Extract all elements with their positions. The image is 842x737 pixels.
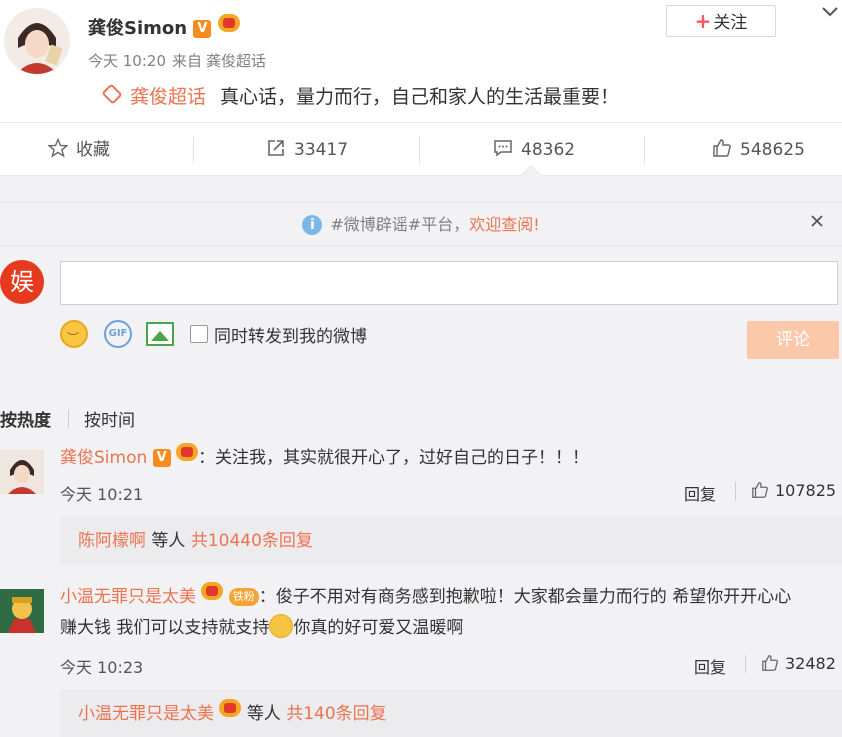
sub-reply-user[interactable]: 小温无罪只是太美 — [78, 704, 214, 724]
verified-icon: V — [193, 20, 212, 38]
crown-badge-icon — [176, 443, 199, 461]
repost-button[interactable]: 33417 — [266, 123, 348, 177]
favorite-button[interactable]: 收藏 — [48, 123, 110, 177]
like-count: 548625 — [740, 140, 805, 160]
comment-icon — [494, 140, 512, 157]
sub-replies-box[interactable]: 小温无罪只是太美 等人 共140条回复 — [60, 690, 842, 737]
post-time[interactable]: 今天 10:20 — [88, 52, 166, 70]
sync-repost-checkbox[interactable] — [190, 325, 208, 343]
crown-badge-icon — [217, 14, 240, 32]
sub-reply-mid: 等人 — [246, 704, 281, 724]
comment-body: 小温无罪只是太美 铁粉 ：俊子不用对有商务感到抱歉啦！大家都会量力而行的 希望你开… — [60, 582, 840, 644]
comment-like-button[interactable]: 107825 — [751, 481, 836, 500]
sub-reply-user[interactable]: 陈阿檬啊 — [78, 531, 146, 551]
favorite-label: 收藏 — [76, 140, 110, 160]
follow-button[interactable]: + 关注 — [666, 5, 776, 37]
commenter-name[interactable]: 龚俊Simon — [60, 448, 147, 468]
chevron-down-icon[interactable] — [819, 2, 841, 24]
fan-badge: 铁粉 — [228, 588, 259, 606]
comment-like-count: 107825 — [775, 481, 837, 500]
sub-reply-count[interactable]: 共140条回复 — [286, 704, 386, 724]
my-avatar[interactable]: 娱 — [0, 260, 44, 304]
comment-like-button[interactable]: 32482 — [761, 654, 836, 673]
comment-text-end: 你真的好可爱又温暖啊 — [293, 618, 464, 638]
author-name[interactable]: 龚俊Simon V — [88, 14, 240, 40]
topic-link[interactable]: 龚俊超话 — [130, 86, 206, 108]
comment-time: 今天 10:21 — [60, 485, 144, 504]
sub-reply-count[interactable]: 共10440条回复 — [191, 531, 313, 551]
sort-by-hot[interactable]: 按热度 — [0, 406, 51, 431]
sync-repost-label[interactable]: 同时转发到我的微博 — [214, 322, 367, 347]
notice-text: #微博辟谣#平台， — [330, 215, 470, 234]
post-text: 真心话，量力而行，自己和家人的生活最重要！ — [220, 86, 620, 108]
star-icon — [48, 138, 68, 158]
reply-button[interactable]: 回复 — [694, 654, 726, 678]
sort-by-time[interactable]: 按时间 — [84, 406, 135, 431]
divider — [68, 410, 69, 428]
my-avatar-glyph: 娱 — [10, 268, 34, 296]
divider — [644, 137, 645, 163]
blush-emoji-icon — [269, 614, 294, 638]
crown-badge-icon — [219, 699, 242, 717]
like-button[interactable]: 548625 — [712, 123, 805, 177]
close-icon[interactable] — [810, 213, 824, 232]
post-body: 龚俊超话 真心话，量力而行，自己和家人的生活最重要！ — [101, 82, 620, 109]
sub-reply-mid: 等人 — [151, 531, 186, 551]
plus-icon: + — [694, 9, 712, 33]
comment-time: 今天 10:23 — [60, 658, 144, 677]
comment-like-count: 32482 — [785, 654, 836, 673]
divider — [745, 655, 746, 673]
verified-icon: V — [152, 449, 171, 467]
submit-comment-button[interactable]: 评论 — [747, 321, 839, 359]
super-topic-icon — [101, 83, 123, 105]
rumor-notice: i #微博辟谣#平台，欢迎查阅! — [0, 202, 842, 246]
emoji-icon[interactable] — [60, 320, 88, 348]
commenter-name[interactable]: 小温无罪只是太美 — [60, 587, 196, 607]
crown-badge-icon — [201, 582, 224, 600]
commenter-avatar[interactable] — [0, 450, 44, 494]
repost-count: 33417 — [294, 140, 349, 160]
notice-link[interactable]: 欢迎查阅! — [469, 215, 539, 234]
thumbs-up-icon — [752, 482, 768, 498]
comment-body: 龚俊Simon V ：关注我，其实就很开心了，过好自己的日子！！！ — [60, 443, 589, 474]
comment-count: 48362 — [521, 140, 576, 160]
divider — [735, 482, 736, 500]
thumbs-up-icon — [762, 655, 778, 671]
comment-text-cont: 赚大钱 我们可以支持就支持 — [60, 618, 270, 638]
thumbs-up-icon — [713, 139, 731, 157]
info-icon: i — [302, 215, 323, 235]
comment-text: ：关注我，其实就很开心了，过好自己的日子！！！ — [198, 448, 590, 468]
sub-replies-box[interactable]: 陈阿檬啊 等人 共10440条回复 — [60, 517, 842, 565]
gif-icon[interactable]: GIF — [104, 320, 132, 348]
divider — [419, 137, 420, 163]
comment-input[interactable] — [60, 261, 838, 305]
comment-text: ：俊子不用对有商务感到抱歉啦！大家都会量力而行的 希望你开开心心 — [258, 587, 792, 607]
commenter-avatar[interactable] — [0, 589, 44, 633]
divider — [193, 137, 194, 163]
action-bar: 收藏 33417 48362 548625 — [0, 122, 842, 176]
image-icon[interactable] — [146, 322, 174, 346]
source-prefix: 来自 — [172, 52, 203, 70]
author-avatar[interactable] — [4, 8, 70, 74]
author-name-text[interactable]: 龚俊Simon — [88, 18, 187, 39]
follow-label: 关注 — [713, 13, 748, 33]
reply-button[interactable]: 回复 — [684, 481, 716, 505]
post-source[interactable]: 龚俊超话 — [206, 52, 266, 70]
share-icon — [268, 140, 284, 156]
post-meta: 今天 10:20 来自 龚俊超话 — [88, 50, 272, 71]
